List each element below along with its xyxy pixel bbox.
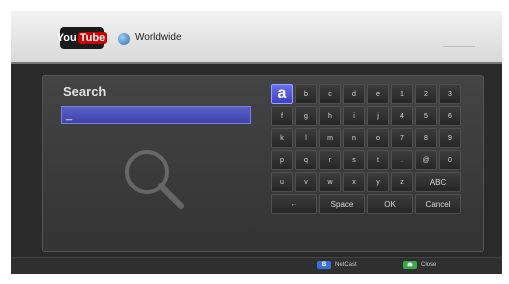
key-t[interactable]: t [367, 150, 389, 170]
key-i[interactable]: i [343, 106, 365, 126]
close-label: Close [421, 262, 437, 268]
key-0[interactable]: 0 [439, 150, 461, 170]
key-p[interactable]: p [271, 150, 293, 170]
netcast-hint[interactable]: B NetCast [317, 261, 357, 269]
key-space[interactable]: Space [319, 194, 365, 214]
key-back[interactable]: ← [271, 194, 317, 214]
key-8[interactable]: 8 [415, 128, 437, 148]
close-hint[interactable]: ⏏ Close [403, 261, 436, 269]
key-at[interactable]: @ [415, 150, 437, 170]
key-4[interactable]: 4 [391, 106, 413, 126]
key-abc[interactable]: ABC [415, 172, 461, 192]
key-m[interactable]: m [319, 128, 341, 148]
netcast-label: NetCast [335, 262, 357, 268]
on-screen-keyboard: a b c d e 1 2 3 f g h i j 4 5 6 k l m n o 7 8 9 p q r s t. @0 u v w x y z AB… [271, 84, 467, 244]
logo-text-tube: Tube [77, 32, 108, 44]
tv-screen: You Tube Worldwide Search _ abcde123 fghij… [11, 11, 502, 274]
key-x[interactable]: x [343, 172, 365, 192]
brand-logo [443, 34, 475, 47]
key-v[interactable]: v [295, 172, 317, 192]
key-u[interactable]: u [271, 172, 293, 192]
key-r[interactable]: r [319, 150, 341, 170]
key-h[interactable]: h [319, 106, 341, 126]
key-n[interactable]: n [343, 128, 365, 148]
key-b[interactable]: b [295, 84, 317, 104]
key-o[interactable]: o [367, 128, 389, 148]
search-panel: Search _ a b c d e 1 2 3 f g h i j 4 5 6 k l m n o 7 8 9 p q r s t. @… [42, 75, 484, 252]
key-s[interactable]: s [343, 150, 365, 170]
key-q[interactable]: q [295, 150, 317, 170]
key-j[interactable]: j [367, 106, 389, 126]
key-cancel[interactable]: Cancel [415, 194, 461, 214]
key-3[interactable]: 3 [439, 84, 461, 104]
search-title: Search [63, 84, 107, 99]
key-d[interactable]: d [343, 84, 365, 104]
region-label[interactable]: Worldwide [135, 32, 182, 43]
key-g[interactable]: g [295, 106, 317, 126]
netcast-badge: B [317, 261, 331, 269]
key-w[interactable]: w [319, 172, 341, 192]
key-a[interactable]: a [271, 84, 293, 104]
key-ok[interactable]: OK [367, 194, 413, 214]
search-input[interactable]: _ [61, 106, 251, 124]
key-e[interactable]: e [367, 84, 389, 104]
header-divider [11, 62, 502, 64]
key-6[interactable]: 6 [439, 106, 461, 126]
key-k[interactable]: k [271, 128, 293, 148]
youtube-logo: You Tube [56, 27, 108, 49]
key-c[interactable]: c [319, 84, 341, 104]
key-5[interactable]: 5 [415, 106, 437, 126]
top-bar: You Tube Worldwide [11, 11, 502, 62]
key-dot[interactable]: . [391, 150, 413, 170]
close-badge-icon: ⏏ [403, 261, 417, 269]
key-9[interactable]: 9 [439, 128, 461, 148]
magnifier-icon [125, 150, 184, 209]
globe-icon [118, 33, 130, 45]
key-l[interactable]: l [295, 128, 317, 148]
key-z[interactable]: z [391, 172, 413, 192]
key-y[interactable]: y [367, 172, 389, 192]
logo-text-you: You [56, 32, 77, 44]
key-f[interactable]: f [271, 106, 293, 126]
key-7[interactable]: 7 [391, 128, 413, 148]
key-2[interactable]: 2 [415, 84, 437, 104]
key-1[interactable]: 1 [391, 84, 413, 104]
